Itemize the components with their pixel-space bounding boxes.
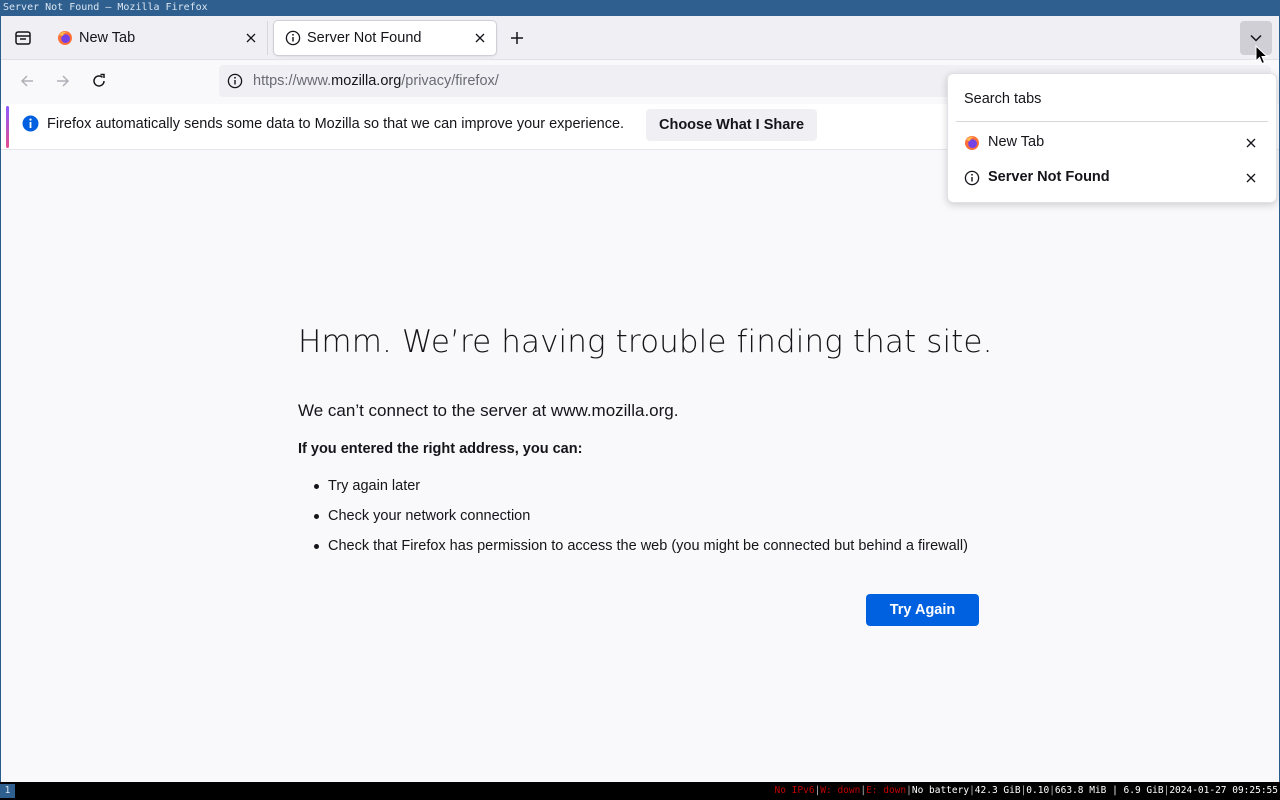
choose-what-i-share-button[interactable]: Choose What I Share	[646, 109, 817, 141]
panel-item-new-tab[interactable]: New Tab	[956, 127, 1268, 159]
info-icon	[285, 30, 301, 46]
load-status: 0.10	[1026, 785, 1050, 796]
battery-status: No battery	[911, 785, 970, 796]
info-icon	[22, 115, 39, 132]
notice-accent-bar	[6, 106, 9, 148]
tab-server-not-found[interactable]: Server Not Found	[274, 21, 496, 55]
suggestion-list: Try again later Check your network conne…	[298, 476, 968, 566]
panel-item-server-not-found[interactable]: Server Not Found	[956, 162, 1268, 194]
error-subheading: If you entered the right address, you ca…	[298, 441, 583, 457]
divider	[956, 121, 1268, 122]
firefox-view-icon	[15, 31, 31, 45]
chevron-down-icon	[1250, 34, 1262, 42]
list-item: Check that Firefox has permission to acc…	[298, 536, 968, 566]
wireless-status: W: down	[820, 785, 861, 796]
search-tabs-item[interactable]: Search tabs	[964, 91, 1041, 107]
info-icon[interactable]	[227, 73, 243, 89]
back-button[interactable]	[13, 67, 41, 95]
memory-status: 663.8 MiB | 6.9 GiB	[1054, 785, 1164, 796]
notice-text: Firefox automatically sends some data to…	[47, 116, 625, 132]
reload-icon	[93, 73, 105, 87]
error-title: Hmm. We’re having trouble finding that s…	[298, 324, 993, 360]
status-bar: 1 No IPv6|W: down|E: down|No battery|42.…	[0, 782, 1280, 800]
info-icon	[964, 170, 980, 186]
status-area: No IPv6|W: down|E: down|No battery|42.3 …	[774, 785, 1278, 796]
tab-strip: New Tab Server Not Found	[1, 16, 1279, 60]
firefox-icon	[58, 31, 72, 45]
close-icon[interactable]	[243, 30, 259, 46]
list-item: Try again later	[298, 476, 968, 506]
window-title: Server Not Found — Mozilla Firefox	[0, 0, 1280, 16]
workspace-indicator[interactable]: 1	[0, 784, 15, 798]
firefox-view-button[interactable]	[8, 24, 38, 52]
all-tabs-panel: Search tabs New Tab Server Not Found	[947, 73, 1277, 203]
plus-icon	[511, 32, 523, 44]
panel-item-label: Server Not Found	[988, 169, 1110, 185]
ipv6-status: No IPv6	[774, 785, 815, 796]
forward-button[interactable]	[49, 67, 77, 95]
tab-label: Server Not Found	[307, 30, 422, 46]
tab-label: New Tab	[79, 30, 136, 46]
error-description: We can’t connect to the server at www.mo…	[298, 401, 679, 420]
close-icon[interactable]	[1244, 136, 1258, 150]
url-prefix: https://www.	[253, 73, 332, 89]
url-path: /privacy/firefox/	[401, 73, 499, 89]
close-icon[interactable]	[1244, 171, 1258, 185]
back-arrow-icon	[20, 75, 33, 87]
mouse-cursor-icon	[1255, 45, 1269, 65]
forward-arrow-icon	[57, 75, 70, 87]
reload-button[interactable]	[85, 67, 113, 95]
firefox-icon	[965, 136, 979, 150]
page-content: Hmm. We’re having trouble finding that s…	[1, 150, 1279, 782]
firefox-window: New Tab Server Not Found https://www.moz…	[1, 16, 1279, 782]
clock: 2024-01-27 09:25:55	[1169, 785, 1278, 796]
new-tab-button[interactable]	[503, 24, 531, 52]
url-text: https://www.mozilla.org/privacy/firefox/	[253, 65, 499, 97]
tab-new-tab[interactable]: New Tab	[46, 21, 268, 55]
try-again-button[interactable]: Try Again	[866, 594, 979, 626]
close-icon[interactable]	[472, 30, 488, 46]
list-item: Check your network connection	[298, 506, 968, 536]
panel-item-label: New Tab	[988, 134, 1045, 150]
disk-status: 42.3 GiB	[974, 785, 1021, 796]
url-host: mozilla.org	[331, 73, 402, 89]
ethernet-status: E: down	[866, 785, 907, 796]
